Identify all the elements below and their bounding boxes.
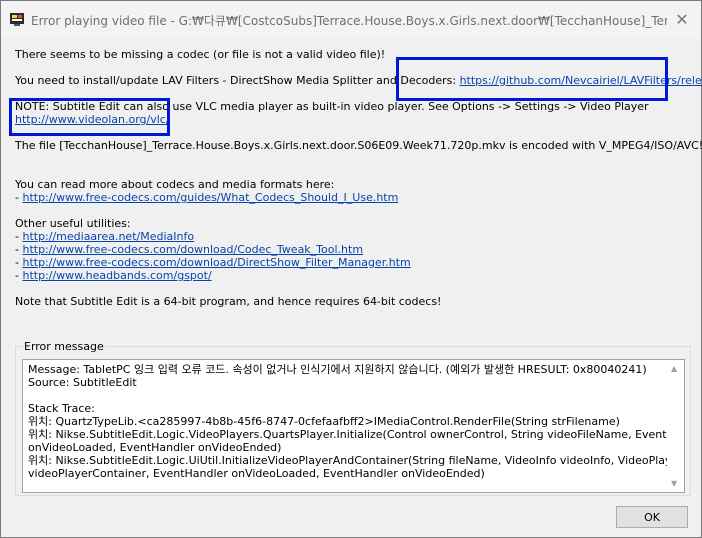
close-icon[interactable]: ✕ bbox=[675, 10, 688, 29]
error-line: Source: SubtitleEdit bbox=[28, 376, 137, 389]
close-button[interactable]: ✕ bbox=[669, 7, 695, 31]
lav-link-highlight-box bbox=[396, 57, 668, 101]
codec-tweak-tool-link[interactable]: http://www.free-codecs.com/download/Code… bbox=[22, 243, 363, 256]
scroll-down-icon[interactable]: ▼ bbox=[671, 479, 677, 488]
scroll-up-icon[interactable]: ▲ bbox=[671, 364, 677, 373]
file-info-text: The file [TecchanHouse]_Terrace.House.Bo… bbox=[15, 139, 702, 152]
ok-button[interactable]: OK bbox=[616, 506, 688, 528]
missing-codec-text: There seems to be missing a codec (or fi… bbox=[15, 48, 386, 61]
vlc-link-highlight-box bbox=[9, 98, 170, 136]
utility-item: - http://www.headbands.com/gspot/ bbox=[15, 269, 212, 282]
utilities-heading: Other useful utilities: bbox=[15, 217, 131, 230]
read-more-line: - http://www.free-codecs.com/guides/What… bbox=[15, 191, 398, 204]
error-line: 위치: QuartzTypeLib.<ca285997-4b8b-45f6-87… bbox=[28, 415, 620, 428]
read-more-text: You can read more about codecs and media… bbox=[15, 178, 335, 191]
mediainfo-link[interactable]: http://mediaarea.net/MediaInfo bbox=[22, 230, 194, 243]
error-line: videoPlayerContainer, EventHandler onVid… bbox=[28, 467, 485, 480]
utility-item: - http://www.free-codecs.com/download/Co… bbox=[15, 243, 363, 256]
error-line: Message: TabletPC 잉크 입력 오류 코드. 속성이 없거나 인… bbox=[28, 363, 647, 376]
window-title: Error playing video file - G:₩다큐₩[Costco… bbox=[31, 14, 667, 28]
utility-item: - http://www.free-codecs.com/download/Di… bbox=[15, 256, 411, 269]
utility-item: - http://mediaarea.net/MediaInfo bbox=[15, 230, 194, 243]
error-line: Stack Trace: bbox=[28, 402, 95, 415]
error-line: 위치: Nikse.SubtitleEdit.Logic.VideoPlayer… bbox=[28, 428, 685, 441]
lav-filters-text: You need to install/update LAV Filters -… bbox=[15, 74, 460, 87]
vertical-scrollbar[interactable]: ▲ ▼ bbox=[667, 360, 684, 492]
error-details-textbox[interactable]: Message: TabletPC 잉크 입력 오류 코드. 속성이 없거나 인… bbox=[22, 359, 685, 493]
error-line: onVideoLoaded, EventHandler onVideoEnded… bbox=[28, 441, 282, 454]
error-dialog: Error playing video file - G:₩다큐₩[Costco… bbox=[0, 0, 702, 538]
gspot-link[interactable]: http://www.headbands.com/gspot/ bbox=[22, 269, 211, 282]
subtitle-edit-icon bbox=[10, 12, 24, 26]
codecs-guide-link[interactable]: http://www.free-codecs.com/guides/What_C… bbox=[22, 191, 398, 204]
directshow-filter-manager-link[interactable]: http://www.free-codecs.com/download/Dire… bbox=[22, 256, 410, 269]
error-message-label: Error message bbox=[23, 340, 105, 353]
error-line: 위치: Nikse.SubtitleEdit.Logic.UiUtil.Init… bbox=[28, 454, 685, 467]
title-bar: Error playing video file - G:₩다큐₩[Costco… bbox=[1, 1, 701, 37]
bitness-note-text: Note that Subtitle Edit is a 64-bit prog… bbox=[15, 295, 442, 308]
